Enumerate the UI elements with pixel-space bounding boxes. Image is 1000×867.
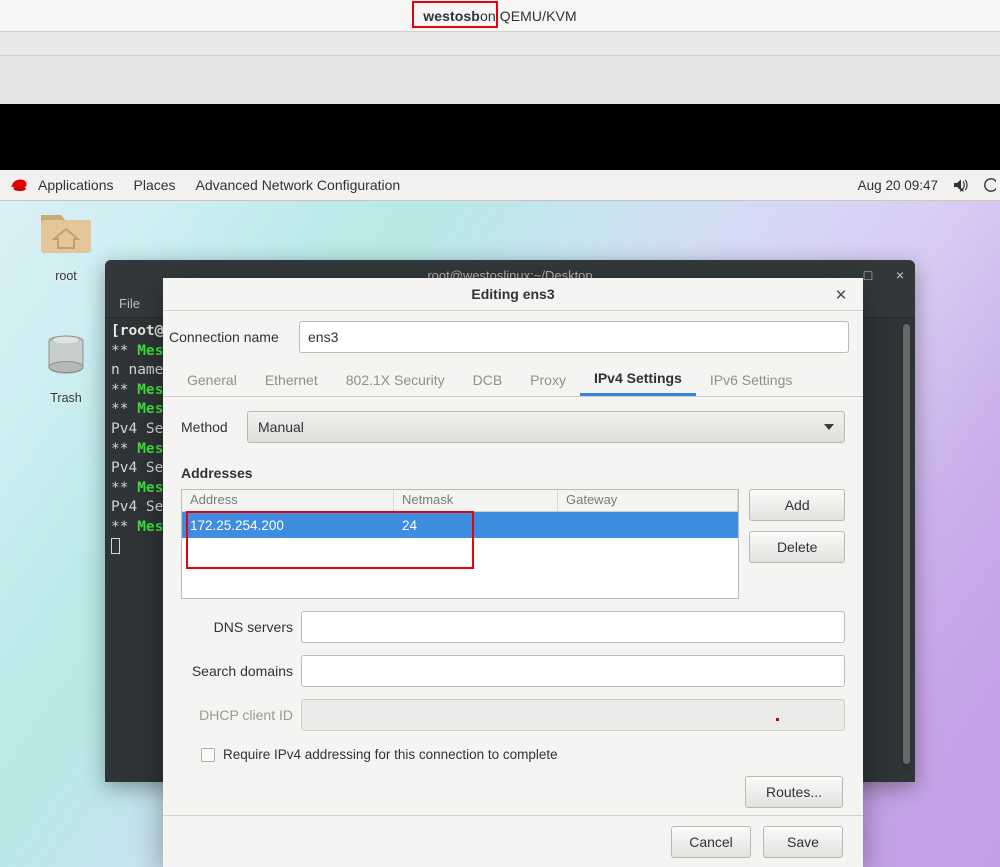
addresses-table[interactable]: Address Netmask Gateway 172.25.254.200 2… — [181, 489, 740, 599]
sidebar-item-applications[interactable]: Applications — [28, 170, 124, 200]
cell-netmask: 24 — [402, 517, 418, 533]
tab-ipv6-settings[interactable]: IPv6 Settings — [696, 363, 807, 396]
connection-name-label: Connection name — [169, 329, 279, 345]
clock[interactable]: Aug 20 09:47 — [848, 178, 948, 193]
connection-name-value: ens3 — [308, 329, 339, 345]
redhat-logo-icon — [10, 179, 27, 191]
dhcp-client-id-label: DHCP client ID — [199, 707, 293, 723]
desktop-icon-trash[interactable]: Trash — [18, 329, 114, 405]
close-icon[interactable]: ✕ — [829, 278, 853, 311]
search-domains-row: Search domains — [181, 655, 845, 687]
delete-address-button[interactable]: Delete — [749, 531, 845, 563]
vm-viewport-letterbox — [0, 104, 1000, 170]
method-row: Method Manual — [181, 411, 845, 443]
dialog-footer: Cancel Save — [163, 815, 863, 867]
vm-window-title: westosb on QEMU/KVM — [0, 0, 1000, 31]
close-icon[interactable]: × — [893, 267, 907, 283]
desktop-icon-trash-label: Trash — [50, 391, 82, 405]
dhcp-client-id-row: DHCP client ID — [181, 699, 845, 731]
dhcp-client-id-input — [301, 699, 845, 731]
dns-servers-row: DNS servers — [181, 611, 845, 643]
connection-name-input[interactable]: ens3 — [299, 321, 849, 353]
partial-status-icon[interactable] — [974, 170, 1000, 201]
cell-address: 172.25.254.200 — [190, 517, 284, 533]
addresses-table-header: Address Netmask Gateway — [182, 490, 739, 512]
ipv4-settings-panel: Method Manual Addresses Address Netmask … — [163, 397, 863, 815]
routes-row: Routes... — [181, 776, 845, 808]
edit-connection-dialog: Editing ens3 ✕ Connection name ens3 Gene… — [163, 278, 863, 867]
home-folder-icon — [41, 215, 91, 253]
method-value: Manual — [258, 419, 304, 435]
gnome-top-panel: Applications Places Advanced Network Con… — [0, 170, 1000, 201]
tab-label: Ethernet — [264, 371, 318, 388]
search-domains-input[interactable] — [301, 655, 845, 687]
tab-label: DCB — [472, 371, 503, 388]
method-select[interactable]: Manual — [247, 411, 845, 443]
active-window-label: Advanced Network Configuration — [195, 177, 401, 193]
sidebar-item-places[interactable]: Places — [124, 170, 186, 200]
desktop-icon-root[interactable]: root — [18, 209, 114, 283]
table-row[interactable]: 172.25.254.200 24 — [182, 512, 739, 538]
routes-button[interactable]: Routes... — [745, 776, 843, 808]
active-window-menu[interactable]: Advanced Network Configuration — [186, 170, 411, 200]
search-domains-label: Search domains — [191, 663, 293, 679]
method-label: Method — [181, 419, 228, 435]
tab-label: IPv4 Settings — [593, 370, 682, 386]
vm-name-label: westosb — [423, 7, 480, 24]
dialog-title: Editing ens3 — [471, 286, 555, 302]
cancel-button[interactable]: Cancel — [671, 825, 751, 858]
tab-label: IPv6 Settings — [709, 371, 793, 388]
tab-dcb[interactable]: DCB — [459, 363, 517, 396]
terminal-scrollbar[interactable] — [902, 322, 911, 770]
tab-ipv4-settings[interactable]: IPv4 Settings — [579, 363, 696, 396]
column-header-gateway: Gateway — [558, 490, 739, 511]
require-ipv4-label: Require IPv4 addressing for this connect… — [223, 747, 558, 762]
settings-tabbar[interactable]: General Ethernet 802.1X Security DCB Proxy IP… — [163, 363, 863, 397]
chevron-down-icon — [824, 424, 834, 430]
tab-label: Proxy — [530, 371, 566, 388]
maximize-icon[interactable]: □ — [861, 267, 875, 283]
require-ipv4-row[interactable]: Require IPv4 addressing for this connect… — [181, 747, 845, 762]
applications-menu-label: Applications — [38, 177, 114, 193]
tab-label: 802.1X Security — [345, 371, 445, 388]
tab-label: General — [187, 371, 237, 388]
dns-servers-label: DNS servers — [213, 619, 293, 635]
add-address-button[interactable]: Add — [749, 489, 845, 521]
vm-toolbar-band — [0, 55, 1000, 104]
tab-ethernet[interactable]: Ethernet — [251, 363, 332, 396]
connection-name-row: Connection name ens3 — [163, 311, 863, 363]
dns-servers-input[interactable] — [301, 611, 845, 643]
tab-proxy[interactable]: Proxy — [516, 363, 580, 396]
volume-muted-icon[interactable] — [948, 170, 974, 201]
desktop-icon-root-label: root — [55, 269, 77, 283]
require-ipv4-checkbox[interactable] — [201, 747, 215, 762]
column-header-netmask: Netmask — [394, 490, 558, 511]
trash-icon — [48, 335, 84, 374]
save-button[interactable]: Save — [763, 825, 843, 858]
red-marker-dot — [776, 718, 779, 721]
tab-general[interactable]: General — [173, 363, 251, 396]
vm-menubar-band — [0, 31, 1000, 55]
places-menu-label: Places — [133, 177, 176, 193]
column-header-address: Address — [182, 490, 394, 511]
addresses-area: Address Netmask Gateway 172.25.254.200 2… — [181, 489, 845, 599]
vm-title-suffix: on QEMU/KVM — [479, 7, 577, 24]
menu-file[interactable]: File — [119, 296, 140, 311]
dialog-titlebar: Editing ens3 ✕ — [163, 278, 863, 311]
tab-802-1x-security[interactable]: 802.1X Security — [332, 363, 459, 396]
addresses-title: Addresses — [181, 465, 253, 481]
